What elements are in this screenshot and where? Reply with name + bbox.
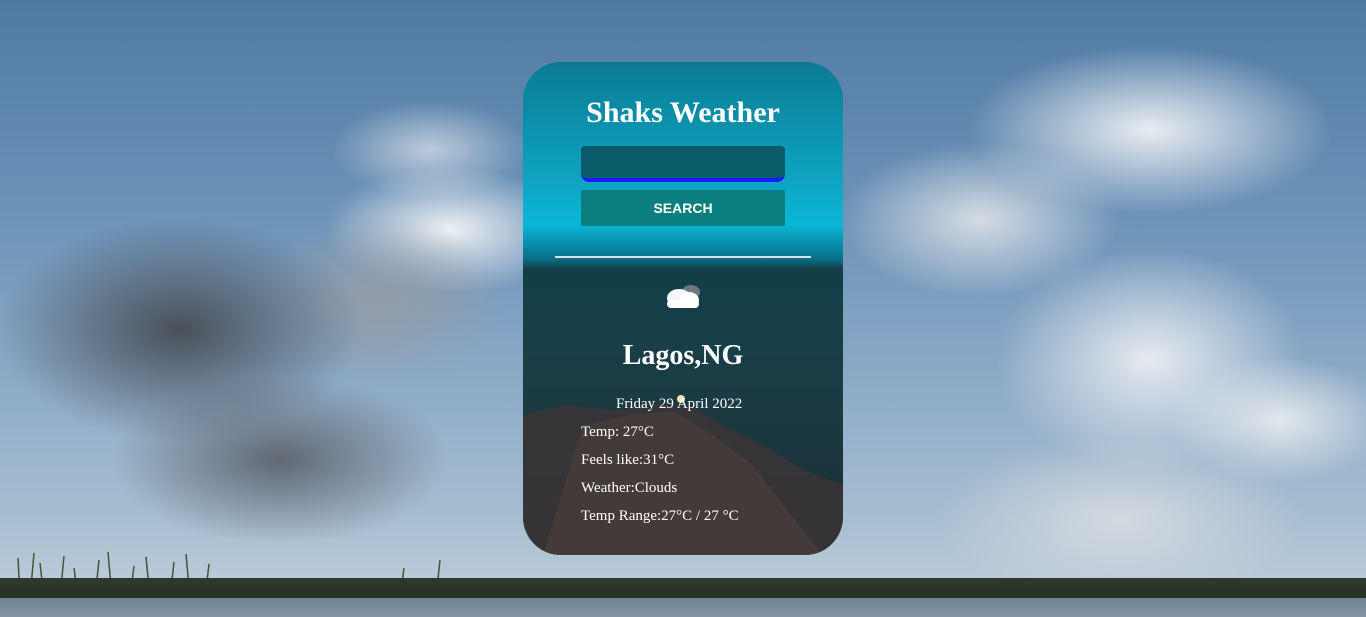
divider xyxy=(555,256,811,258)
app-title: Shaks Weather xyxy=(586,96,780,129)
temp-range-text: Temp Range:27°C / 27 °C xyxy=(581,508,739,524)
temperature-text: Temp: 27°C xyxy=(581,424,654,440)
search-button[interactable]: SEARCH xyxy=(581,190,785,226)
city-name: Lagos,NG xyxy=(622,340,744,371)
weather-condition-text: Weather:Clouds xyxy=(581,480,678,496)
city-search-input[interactable] xyxy=(581,146,785,182)
feels-like-text: Feels like:31°C xyxy=(581,452,675,468)
lake-water xyxy=(0,598,1366,617)
treeline xyxy=(0,578,1366,600)
cloud-icon xyxy=(667,285,700,308)
date-text: Friday 29 April 2022 xyxy=(616,396,743,412)
weather-card: Shaks Weather SEARCH Lagos,NG Friday 29 … xyxy=(523,62,843,555)
